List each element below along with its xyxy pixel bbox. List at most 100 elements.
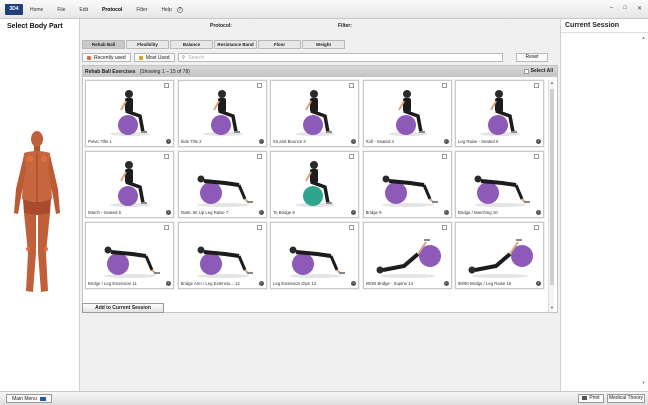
info-icon[interactable]: › [443,210,449,215]
info-icon[interactable]: › [536,210,541,215]
exercise-card[interactable]: March - Seated 6 › [85,151,174,218]
anatomy-body-icon[interactable] [6,129,68,299]
window-controls: – □ ✕ [610,5,642,12]
exercise-illustration-icon [295,90,335,136]
recently-used-button[interactable]: Recently used [82,53,131,62]
exercise-illustration-icon [480,90,520,136]
most-used-icon [138,55,143,60]
close-button[interactable]: ✕ [637,5,642,12]
exercise-illustration-icon [289,246,345,278]
body-part-title: Select Body Part [7,23,63,30]
info-icon[interactable]: › [351,139,356,144]
exercise-caption: March - Seated 6 [88,210,121,215]
reset-button[interactable]: Reset [516,53,548,62]
exercise-card[interactable]: Bridge / Marching 10 › [455,151,544,218]
minimize-button[interactable]: – [610,5,613,12]
exercise-card[interactable]: 90/90 Bridge - Supine 14 › [362,222,452,289]
exercise-card[interactable]: Bridge Arm / Leg Extensio... 12 › [177,222,267,289]
exercise-illustration-icon [196,246,253,278]
exercise-caption: 90/90 Bridge - Supine 14 [365,281,414,286]
medical-theory-button[interactable]: Medical Theory [607,394,645,403]
tab-flexibility[interactable]: Flexibility [126,40,169,49]
exercise-caption: To Bridge 8 [273,210,295,215]
exercise-card[interactable]: Side Tilts 2 › [177,80,267,147]
exercise-card[interactable]: Pelvic Tilts 1 › [85,80,174,147]
print-icon [582,395,588,400]
exercise-card[interactable]: Leg Raise - Seated 5 › [455,80,544,147]
exercise-caption: Bridge Arm / Leg Extensio... 12 [180,281,240,286]
scroll-down-icon[interactable]: ▼ [549,305,555,312]
exercise-card[interactable]: Static Sit Up Leg Raise 7 › [177,151,267,218]
menu-protocol[interactable]: Protocol [102,7,122,13]
protocol-label: Protocol: [210,23,232,29]
exercise-caption: Pelvic Tilts 1 [88,139,112,144]
tab-resistance-band[interactable]: Resistance Band [214,40,257,49]
exercise-card[interactable]: 90/90 Bridge / Leg Raise 15 › [455,222,544,289]
exercise-caption: Leg Extension Dips 13 [273,281,316,286]
info-icon[interactable]: › [351,210,356,215]
info-icon[interactable]: › [258,139,264,144]
exercise-illustration-icon [376,239,441,278]
session-scrollbar[interactable]: ▲ ▼ [641,35,646,385]
info-icon[interactable]: › [166,139,171,144]
most-used-button[interactable]: Most Used [133,53,175,62]
tab-floor[interactable]: Floor [258,40,301,49]
exercise-caption: Static Sit Up Leg Raise 7 [180,210,229,215]
exercise-caption: Bridge 9 [365,210,382,215]
print-button[interactable]: Print [578,394,604,403]
exercise-caption: Side Tilts 2 [180,139,202,144]
menu-bar: Home File Edit Protocol Filter Help ? [30,0,197,19]
exercise-card[interactable]: Bridge 9 › [362,151,452,218]
search-input[interactable]: ⚲ Search [177,53,503,62]
scroll-up-icon[interactable]: ▲ [549,80,555,87]
exercise-illustration-icon [202,90,243,136]
exercise-card[interactable]: Bridge / Leg Extension 11 › [85,222,174,289]
tab-balance[interactable]: Balance [170,40,213,49]
info-icon[interactable]: › [536,281,541,286]
help-icon[interactable]: ? [176,6,183,13]
exercise-illustration-icon [381,175,438,207]
exercise-caption: Bridge / Marching 10 [458,210,498,215]
info-icon[interactable]: › [443,139,449,144]
exercise-illustration-icon [196,175,253,207]
select-all-checkbox[interactable] [523,68,529,74]
info-icon[interactable]: › [351,281,356,286]
current-session-panel: Current Session ▲ ▼ [560,19,648,391]
tab-weight[interactable]: Weight [302,40,345,49]
session-scroll-down-icon[interactable]: ▼ [641,380,646,385]
exercise-illustration-icon [295,161,335,207]
bottom-bar: Main Menu Print Medical Theory [0,391,648,405]
main-menu-button[interactable]: Main Menu [6,394,52,403]
info-icon[interactable]: › [443,281,449,286]
info-icon[interactable]: › [166,281,171,286]
exercise-card[interactable]: Sit and Bounce 3 › [270,80,359,147]
scroll-thumb[interactable] [550,89,554,285]
exercise-cards: Pelvic Tilts 1 › Side Tilts 2 › Sit and Boun… [85,80,547,312]
grid-scrollbar[interactable]: ▲ ▼ [548,80,554,312]
filter-row: Recently used Most Used ⚲ Search Reset [82,52,558,63]
grid-header: Rehab Ball Exercises (Showing 1 – 15 of … [83,66,557,77]
exercise-card[interactable]: Roll - Seated 4 › [362,80,452,147]
info-icon[interactable]: › [258,281,264,286]
menu-help[interactable]: Help [161,7,171,13]
info-icon[interactable]: › [536,139,541,144]
exercise-caption: Sit and Bounce 3 [273,139,306,144]
exercise-caption: Roll - Seated 4 [365,139,394,144]
maximize-button[interactable]: □ [623,5,627,12]
select-all[interactable]: Select All [523,68,553,74]
session-scroll-up-icon[interactable]: ▲ [641,35,646,40]
exercise-card[interactable]: Leg Extension Dips 13 › [270,222,359,289]
add-to-session-button[interactable]: Add to Current Session [82,303,164,313]
exercise-illustration-icon [474,175,530,207]
menu-file[interactable]: File [57,7,65,13]
tab-rehab-ball[interactable]: Rehab Ball [82,40,125,49]
search-placeholder: Search [188,54,205,61]
menu-edit[interactable]: Edit [79,7,88,13]
exercise-card[interactable]: To Bridge 8 › [270,151,359,218]
info-icon[interactable]: › [166,210,171,215]
info-icon[interactable]: › [258,210,264,215]
exercise-area: Protocol: Filter: Rehab Ball Flexibility… [80,19,560,391]
exercise-illustration-icon [104,246,160,278]
menu-home[interactable]: Home [30,7,43,13]
menu-filter[interactable]: Filter [136,7,147,13]
